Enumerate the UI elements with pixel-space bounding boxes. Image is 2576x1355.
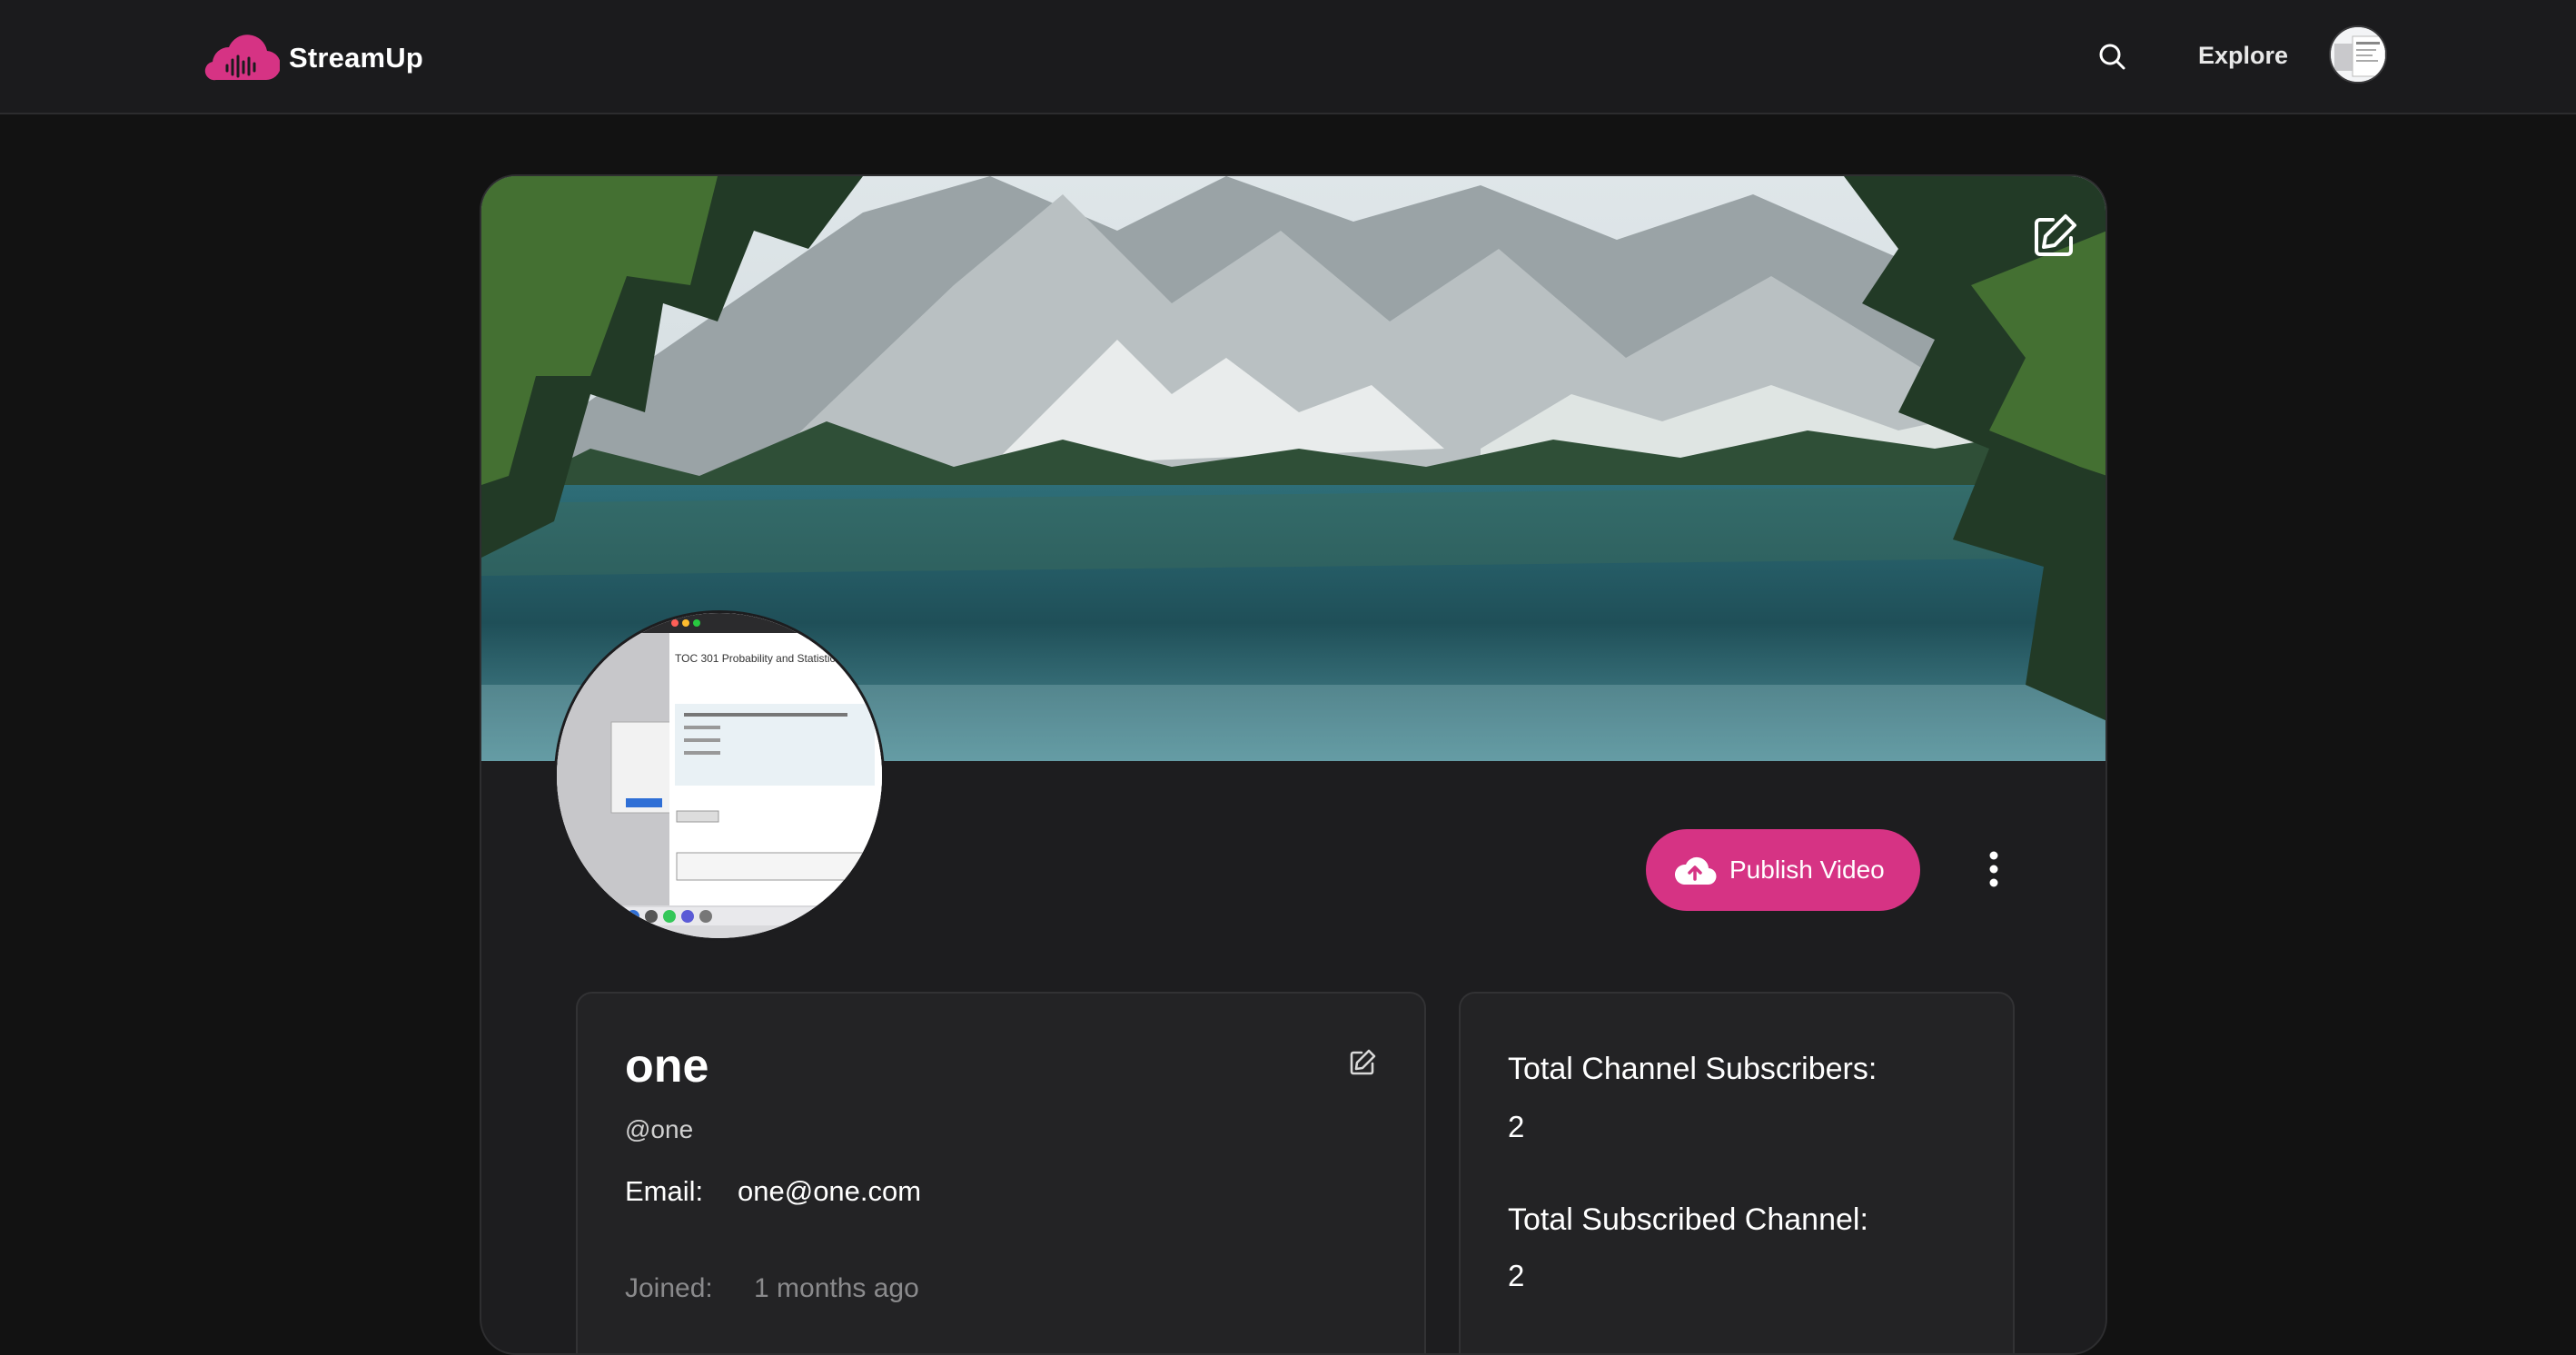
profile-info-card: one @one Email: one@one.com Joined: 1 mo… [576, 992, 1426, 1353]
subscribers-label: Total Channel Subscribers: [1508, 1052, 1878, 1086]
joined-value: 1 months ago [754, 1273, 919, 1303]
brand-link[interactable]: StreamUp [200, 35, 423, 82]
avatar-thumbnail [2331, 27, 2385, 82]
channel-stats-card: Total Channel Subscribers: 2 Total Subsc… [1459, 992, 2015, 1353]
brand-name: StreamUp [289, 42, 424, 74]
user-avatar[interactable] [2329, 25, 2387, 84]
edit-profile-icon[interactable] [1346, 1046, 1379, 1079]
publish-video-label: Publish Video [1729, 856, 1885, 884]
search-icon[interactable] [2096, 41, 2127, 72]
subscribers-value: 2 [1508, 1110, 1525, 1143]
profile-name: one [625, 1040, 709, 1093]
email-label: Email: [625, 1175, 704, 1207]
publish-video-button[interactable]: Publish Video [1646, 829, 1920, 911]
subscribed-value: 2 [1508, 1259, 1525, 1292]
more-vertical-icon[interactable] [1980, 848, 2007, 890]
cloud-waveform-icon [204, 35, 280, 81]
profile-avatar[interactable]: TOC 301 Probability and Statistics 2023 [554, 610, 885, 941]
top-navbar: StreamUp Explore [0, 0, 2576, 114]
subscribed-label: Total Subscribed Channel: [1508, 1202, 1868, 1237]
email-value: one@one.com [738, 1175, 922, 1207]
joined-label: Joined: [625, 1273, 713, 1303]
profile-handle: @one [625, 1115, 694, 1143]
profile-card: TOC 301 Probability and Statistics 2023 … [480, 174, 2107, 1355]
edit-icon[interactable] [2026, 207, 2084, 265]
cloud-upload-icon [1674, 856, 1717, 885]
avatar-screenshot-image: TOC 301 Probability and Statistics 2023 [557, 613, 882, 938]
explore-link[interactable]: Explore [2198, 42, 2288, 70]
